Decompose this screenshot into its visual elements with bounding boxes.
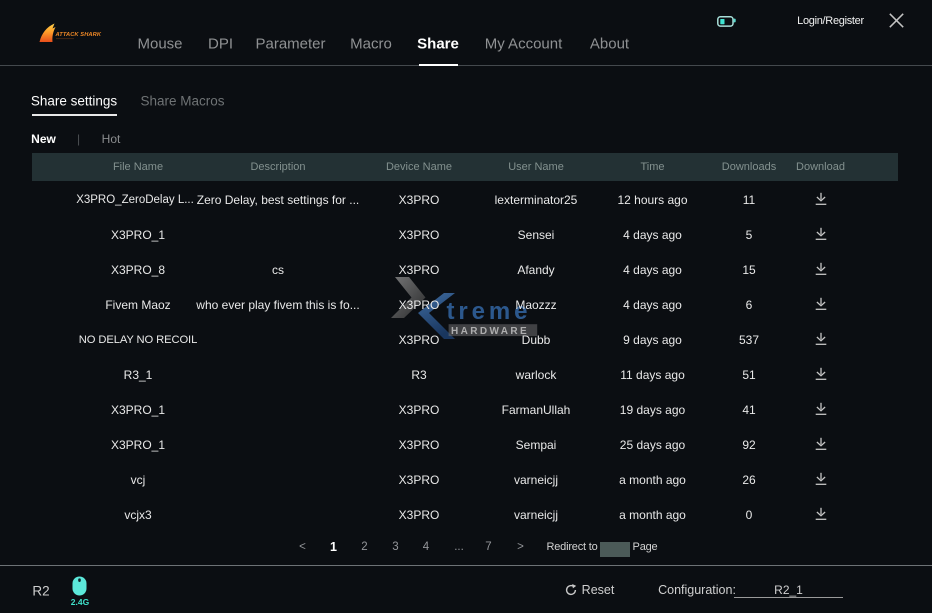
svg-text:ATTACK SHARK: ATTACK SHARK <box>55 32 102 38</box>
